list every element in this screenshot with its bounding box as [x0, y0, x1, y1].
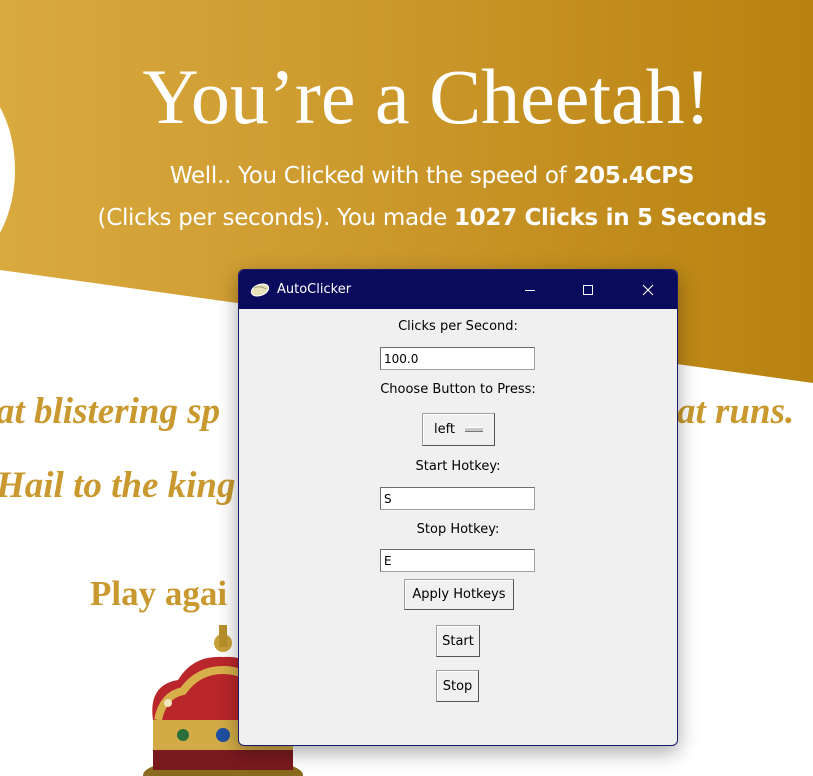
apply-hotkeys-button[interactable]: Apply Hotkeys	[404, 579, 514, 610]
tagline-right: at runs.	[677, 391, 795, 432]
dropdown-indicator-icon	[465, 427, 484, 432]
mouse-button-dropdown[interactable]: left	[422, 413, 495, 446]
mouse-app-icon	[250, 282, 270, 297]
cps-result: 205.4CPS	[573, 163, 695, 189]
maximize-icon	[583, 284, 593, 295]
start-hotkey-label: Start Hotkey:	[415, 459, 501, 474]
result-headline: You’re a Cheetah!	[142, 53, 711, 140]
cps-label: Clicks per Second:	[398, 319, 518, 334]
tagline-king: Hail to the king	[0, 465, 236, 506]
autoclicker-window: AutoClicker Clicks per Second: Choose Bu…	[238, 269, 678, 746]
button-choice-label: Choose Button to Press:	[380, 382, 536, 397]
window-title: AutoClicker	[277, 282, 352, 297]
minimize-icon	[525, 289, 535, 291]
close-icon	[642, 284, 654, 295]
stop-button[interactable]: Stop	[436, 670, 479, 702]
cps-input[interactable]	[380, 347, 535, 370]
stop-hotkey-input[interactable]	[380, 549, 535, 572]
window-content: Clicks per Second: Choose Button to Pres…	[239, 309, 677, 745]
clicks-result: 1027 Clicks in 5 Seconds	[453, 205, 767, 231]
start-button[interactable]: Start	[436, 625, 480, 657]
tagline-left: at blistering sp	[0, 391, 221, 432]
close-button[interactable]	[619, 270, 677, 309]
start-hotkey-input[interactable]	[380, 487, 535, 510]
minimize-button[interactable]	[501, 270, 559, 309]
maximize-button[interactable]	[559, 270, 617, 309]
mouse-button-value: left	[433, 422, 456, 437]
title-bar[interactable]: AutoClicker	[239, 270, 677, 309]
result-summary: Well.. You Clicked with the speed of 205…	[97, 163, 767, 231]
play-again-link[interactable]: Play agai	[90, 574, 227, 614]
stop-hotkey-label: Stop Hotkey:	[416, 522, 500, 537]
